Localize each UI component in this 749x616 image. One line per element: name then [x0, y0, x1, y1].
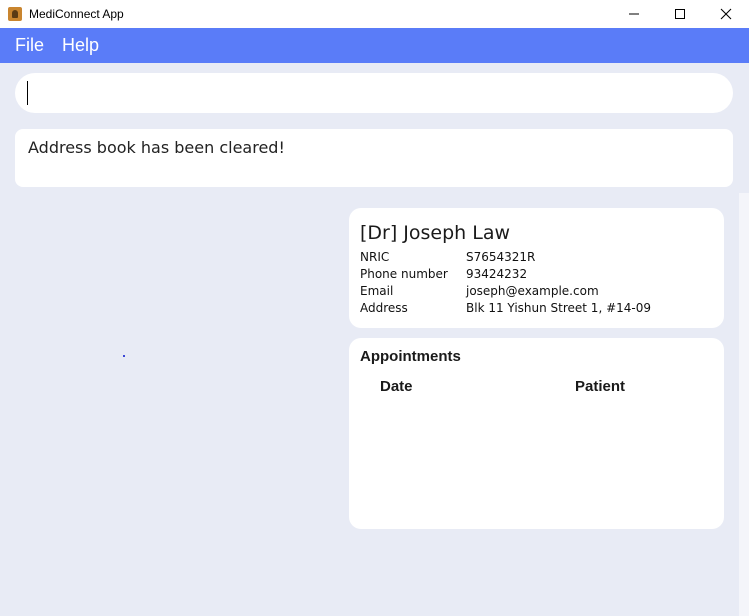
window-title: MediConnect App [29, 7, 124, 21]
detail-row-nric: NRIC S7654321R [360, 250, 535, 264]
detail-value: 93424232 [466, 267, 528, 281]
doctor-card[interactable]: [Dr] Joseph Law NRIC S7654321R Phone num… [349, 208, 724, 328]
menu-bar: File Help [0, 28, 749, 63]
menu-file[interactable]: File [6, 35, 53, 56]
command-box[interactable] [15, 73, 733, 113]
detail-value: joseph@example.com [466, 284, 599, 298]
scroll-area-edge [739, 193, 749, 616]
appointments-card: Appointments Date Patient [349, 338, 724, 529]
detail-value: Blk 11 Yishun Street 1, #14-09 [466, 301, 651, 315]
result-message: Address book has been cleared! [28, 138, 285, 157]
command-input[interactable] [29, 79, 719, 107]
minimize-icon [629, 13, 639, 15]
column-header-date[interactable]: Date [380, 378, 413, 395]
maximize-icon [675, 9, 685, 19]
column-header-patient[interactable]: Patient [575, 378, 625, 395]
appointments-title: Appointments [360, 348, 461, 365]
detail-label: Email [360, 284, 394, 298]
close-button[interactable] [703, 0, 749, 28]
detail-value: S7654321R [466, 250, 536, 264]
detail-label: Phone number [360, 267, 448, 281]
menu-help[interactable]: Help [53, 35, 108, 56]
result-display: Address book has been cleared! [15, 129, 733, 187]
stray-dot [123, 355, 125, 357]
detail-row-address: Address Blk 11 Yishun Street 1, #14-09 [360, 301, 651, 315]
minimize-button[interactable] [611, 0, 657, 28]
window-titlebar: MediConnect App [0, 0, 749, 28]
doctor-name: [Dr] Joseph Law [360, 222, 511, 244]
detail-label: NRIC [360, 250, 390, 264]
maximize-button[interactable] [657, 0, 703, 28]
text-caret [27, 81, 28, 105]
app-icon [8, 7, 22, 21]
detail-row-email: Email joseph@example.com [360, 284, 599, 298]
detail-label: Address [360, 301, 408, 315]
window-controls [611, 0, 749, 28]
detail-row-phone: Phone number 93424232 [360, 267, 527, 281]
close-icon [720, 8, 732, 20]
